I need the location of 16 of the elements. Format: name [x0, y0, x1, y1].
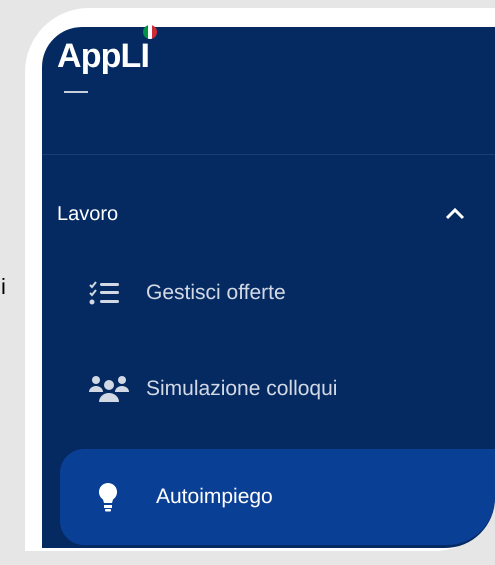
menu-item[interactable]: Simulazione colloqui [60, 353, 495, 425]
flag-icon [143, 25, 158, 39]
menu-item-label: Simulazione colloqui [146, 376, 338, 402]
menu-item[interactable]: Gestisci offerte [60, 257, 495, 329]
underline-mark [64, 91, 88, 93]
people-icon [88, 375, 130, 403]
section-header[interactable]: Lavoro [42, 179, 495, 249]
lightbulb-icon [98, 482, 118, 512]
partial-text: i [1, 276, 6, 298]
checklist-icon [88, 281, 120, 305]
chevron-up-icon [445, 208, 465, 220]
menu-item-label: Gestisci offerte [146, 280, 286, 306]
section-label: Lavoro [57, 202, 118, 227]
menu-item[interactable]: Autoimpiego [60, 449, 495, 545]
menu-item-label: Autoimpiego [156, 484, 273, 510]
app-logo: AppLI [57, 37, 150, 75]
